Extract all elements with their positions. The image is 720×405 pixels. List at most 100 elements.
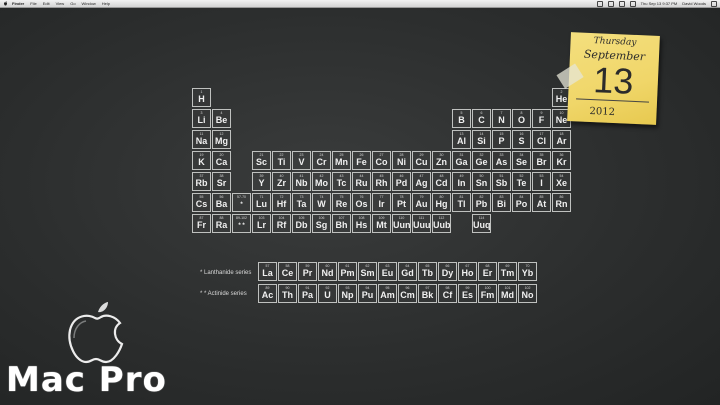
element-symbol: Os — [355, 199, 368, 209]
lanthanide-series-label: * Lanthanide series — [200, 270, 252, 276]
element-o: 8O — [512, 109, 531, 128]
bluetooth-icon[interactable] — [607, 0, 614, 7]
spotlight-icon[interactable] — [711, 0, 717, 7]
element-c: 6C — [472, 109, 491, 128]
element-zn: 30 Zn — [432, 151, 451, 170]
element-symbol: Cl — [537, 136, 546, 146]
element-dy: 66 Dy — [438, 262, 457, 281]
element-symbol: Zn — [436, 157, 447, 167]
element-po: 84 Po — [512, 193, 531, 212]
wifi-icon[interactable] — [618, 0, 625, 7]
menu-finder[interactable]: Finder — [12, 0, 24, 7]
element-symbol: Rb — [195, 178, 208, 188]
volume-icon[interactable] — [629, 0, 636, 7]
menu-go[interactable]: Go — [70, 0, 75, 7]
brand-title: Mac Pro — [6, 360, 167, 400]
element-symbol: Rn — [555, 199, 568, 209]
element-sn: 50 Sn — [472, 172, 491, 191]
menubar-clock[interactable]: Thu Sep 13 9:37 PM — [641, 0, 678, 7]
element-ag: 47 Ag — [412, 172, 431, 191]
element-er: 68 Er — [478, 262, 497, 281]
menu-help[interactable]: Help — [102, 0, 110, 7]
element-u: 92 U — [318, 284, 337, 303]
element-symbol: * — [240, 202, 243, 208]
element-symbol: C — [478, 115, 485, 125]
element-ba: 56 Ba — [212, 193, 231, 212]
element-symbol: Cr — [316, 157, 327, 167]
element-sc: 21 Sc — [252, 151, 271, 170]
element-ho: 67 Ho — [458, 262, 477, 281]
element-symbol: Ti — [277, 157, 286, 167]
menubar-user[interactable]: David Woods — [682, 0, 706, 7]
element-symbol: I — [540, 178, 543, 188]
element-symbol: Uun — [393, 220, 411, 230]
element-pm: 61 Pm — [338, 262, 357, 281]
menu-window[interactable]: Window — [82, 0, 96, 7]
element-tc: 43 Tc — [332, 172, 351, 191]
element-xe: 54 Xe — [552, 172, 571, 191]
menu-file[interactable]: File — [30, 0, 36, 7]
element-symbol: Ac — [261, 290, 274, 300]
element-bi: 83 Bi — [492, 193, 511, 212]
element-symbol: O — [517, 115, 525, 125]
element-symbol: Ga — [455, 157, 468, 167]
element-symbol: Ho — [461, 268, 474, 278]
element-symbol: Na — [195, 136, 208, 146]
element-br: 35 Br — [532, 151, 551, 170]
element-symbol: Rf — [276, 220, 287, 230]
element-symbol: Np — [341, 290, 354, 300]
element-symbol: Md — [501, 290, 514, 300]
element-cd: 48 Cd — [432, 172, 451, 191]
element-au: 79 Au — [412, 193, 431, 212]
element-symbol: Bk — [421, 290, 434, 300]
element-mg: 12 Mg — [212, 130, 231, 149]
element-th: 90 Th — [278, 284, 297, 303]
element-hg: 80 Hg — [432, 193, 451, 212]
element-symbol: Es — [461, 290, 473, 300]
element-symbol: Nd — [321, 268, 334, 278]
element-symbol: Re — [335, 199, 348, 209]
element-symbol: Ar — [556, 136, 567, 146]
element-symbol: Tb — [422, 268, 433, 278]
atomic-number: 57-70 — [237, 195, 246, 199]
element-symbol: Pu — [361, 290, 374, 300]
element-symbol: Pr — [302, 268, 313, 278]
element-si: 14 Si — [472, 130, 491, 149]
element-rn: 86 Rn — [552, 193, 571, 212]
element-ir: 77 Ir — [372, 193, 391, 212]
element-md: 101 Md — [498, 284, 517, 303]
element-rb: 37 Rb — [192, 172, 211, 191]
element-cl: 17 Cl — [532, 130, 551, 149]
element-symbol: La — [262, 268, 273, 278]
element-symbol: Tc — [336, 178, 347, 188]
element-symbol: Li — [197, 115, 206, 125]
element-symbol: Tm — [500, 268, 515, 278]
element-symbol: Mn — [335, 157, 348, 167]
element-n: 7N — [492, 109, 511, 128]
menu-edit[interactable]: Edit — [43, 0, 50, 7]
element-symbol: Db — [295, 220, 308, 230]
apple-menu-icon[interactable] — [3, 1, 8, 6]
element-symbol: Cm — [400, 290, 415, 300]
element-symbol: Pb — [475, 199, 488, 209]
element-tm: 69 Tm — [498, 262, 517, 281]
element-uub: 112 Uub — [432, 214, 451, 233]
element-symbol: Bh — [335, 220, 348, 230]
element-ca: 20 Ca — [212, 151, 231, 170]
element-pt: 78 Pt — [392, 193, 411, 212]
element-re: 75 Re — [332, 193, 351, 212]
element-symbol: Kr — [556, 157, 567, 167]
element-pu: 94 Pu — [358, 284, 377, 303]
element-symbol: Mt — [376, 220, 387, 230]
element-symbol: Ru — [355, 178, 368, 188]
element-bk: 97 Bk — [418, 284, 437, 303]
element-symbol: B — [458, 115, 465, 125]
element-as: 33 As — [492, 151, 511, 170]
element-cf: 98 Cf — [438, 284, 457, 303]
element-lu: 71 Lu — [252, 193, 271, 212]
time-machine-icon[interactable] — [596, 0, 603, 7]
element-ar: 18 Ar — [552, 130, 571, 149]
element-symbol: Br — [536, 157, 547, 167]
element-sm: 62 Sm — [358, 262, 377, 281]
menu-view[interactable]: View — [56, 0, 65, 7]
